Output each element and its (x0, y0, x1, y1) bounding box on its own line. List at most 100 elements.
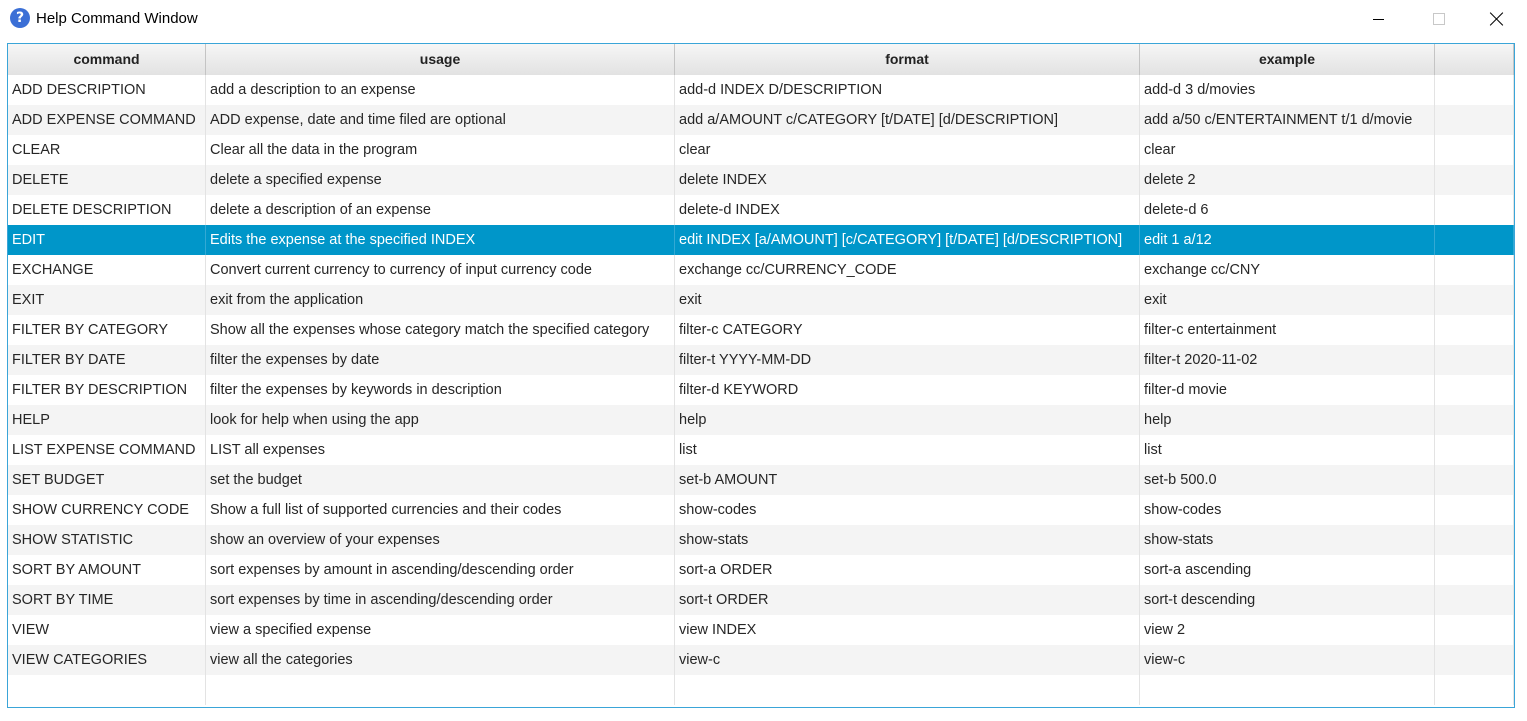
cell-example: show-codes (1140, 495, 1435, 525)
table-row[interactable]: EDIT Edits the expense at the specified I… (8, 225, 1514, 255)
empty-cell (675, 675, 1140, 705)
cell-usage: Convert current currency to currency of … (206, 255, 675, 285)
cell-example: sort-t descending (1140, 585, 1435, 615)
cell-example: filter-t 2020-11-02 (1140, 345, 1435, 375)
table-row[interactable]: FILTER BY CATEGORY Show all the expenses … (8, 315, 1514, 345)
help-table[interactable]: command usage format example ADD DESCRIP… (7, 43, 1515, 708)
cell-filler (1435, 375, 1514, 405)
cell-format: filter-c CATEGORY (675, 315, 1140, 345)
cell-command: EXIT (8, 285, 206, 315)
cell-usage: add a description to an expense (206, 75, 675, 105)
minimize-button[interactable] (1348, 0, 1408, 38)
cell-format: view-c (675, 645, 1140, 675)
cell-format: clear (675, 135, 1140, 165)
cell-command: DELETE DESCRIPTION (8, 195, 206, 225)
cell-format: filter-t YYYY-MM-DD (675, 345, 1140, 375)
cell-command: LIST EXPENSE COMMAND (8, 435, 206, 465)
column-header-example[interactable]: example (1140, 44, 1435, 75)
cell-usage: Clear all the data in the program (206, 135, 675, 165)
cell-command: FILTER BY CATEGORY (8, 315, 206, 345)
cell-example: help (1140, 405, 1435, 435)
cell-example: filter-c entertainment (1140, 315, 1435, 345)
table-row[interactable]: EXIT exit from the application exit exit (8, 285, 1514, 315)
cell-filler (1435, 255, 1514, 285)
cell-filler (1435, 495, 1514, 525)
cell-format: view INDEX (675, 615, 1140, 645)
cell-usage: view a specified expense (206, 615, 675, 645)
table-row[interactable]: ADD EXPENSE COMMAND ADD expense, date and… (8, 105, 1514, 135)
cell-command: SHOW STATISTIC (8, 525, 206, 555)
cell-command: SORT BY AMOUNT (8, 555, 206, 585)
cell-filler (1435, 645, 1514, 675)
cell-filler (1435, 135, 1514, 165)
table-row[interactable]: SHOW CURRENCY CODE Show a full list of su… (8, 495, 1514, 525)
maximize-button[interactable] (1408, 0, 1468, 38)
table-row[interactable]: LIST EXPENSE COMMAND LIST all expenses lis… (8, 435, 1514, 465)
table-row[interactable]: SET BUDGET set the budget set-b AMOUNT set-… (8, 465, 1514, 495)
empty-row (8, 675, 1514, 705)
cell-usage: view all the categories (206, 645, 675, 675)
cell-format: edit INDEX [a/AMOUNT] [c/CATEGORY] [t/DA… (675, 225, 1140, 255)
cell-command: FILTER BY DESCRIPTION (8, 375, 206, 405)
cell-example: edit 1 a/12 (1140, 225, 1435, 255)
table-row[interactable]: SORT BY TIME sort expenses by time in asc… (8, 585, 1514, 615)
table-row[interactable]: ADD DESCRIPTION add a description to an e… (8, 75, 1514, 105)
cell-filler (1435, 465, 1514, 495)
cell-format: delete-d INDEX (675, 195, 1140, 225)
cell-command: ADD EXPENSE COMMAND (8, 105, 206, 135)
empty-cell (206, 675, 675, 705)
cell-filler (1435, 435, 1514, 465)
cell-format: filter-d KEYWORD (675, 375, 1140, 405)
cell-format: sort-a ORDER (675, 555, 1140, 585)
cell-command: ADD DESCRIPTION (8, 75, 206, 105)
cell-usage: Edits the expense at the specified INDEX (206, 225, 675, 255)
cell-example: exit (1140, 285, 1435, 315)
column-header-command[interactable]: command (8, 44, 206, 75)
cell-example: add a/50 c/ENTERTAINMENT t/1 d/movie (1140, 105, 1435, 135)
table-row[interactable]: FILTER BY DATE filter the expenses by dat… (8, 345, 1514, 375)
cell-format: help (675, 405, 1140, 435)
cell-usage: Show a full list of supported currencies… (206, 495, 675, 525)
cell-filler (1435, 165, 1514, 195)
cell-command: VIEW CATEGORIES (8, 645, 206, 675)
cell-example: filter-d movie (1140, 375, 1435, 405)
column-header-format[interactable]: format (675, 44, 1140, 75)
table-row[interactable]: HELP look for help when using the app help… (8, 405, 1514, 435)
cell-usage: delete a specified expense (206, 165, 675, 195)
cell-usage: show an overview of your expenses (206, 525, 675, 555)
cell-example: clear (1140, 135, 1435, 165)
cell-usage: Show all the expenses whose category mat… (206, 315, 675, 345)
table-row[interactable]: VIEW view a specified expense view INDEX vi… (8, 615, 1514, 645)
cell-command: HELP (8, 405, 206, 435)
cell-format: exchange cc/CURRENCY_CODE (675, 255, 1140, 285)
close-button[interactable] (1467, 0, 1527, 38)
cell-command: FILTER BY DATE (8, 345, 206, 375)
table-header: command usage format example (8, 44, 1514, 76)
table-row[interactable]: SORT BY AMOUNT sort expenses by amount in… (8, 555, 1514, 585)
cell-command: SET BUDGET (8, 465, 206, 495)
cell-filler (1435, 525, 1514, 555)
table-row[interactable]: DELETE delete a specified expense delete I… (8, 165, 1514, 195)
title-bar[interactable]: ? Help Command Window (0, 0, 1527, 38)
cell-usage: exit from the application (206, 285, 675, 315)
table-row[interactable]: SHOW STATISTIC show an overview of your e… (8, 525, 1514, 555)
table-row[interactable]: EXCHANGE Convert current currency to curr… (8, 255, 1514, 285)
cell-filler (1435, 105, 1514, 135)
cell-example: show-stats (1140, 525, 1435, 555)
cell-filler (1435, 615, 1514, 645)
table-row[interactable]: CLEAR Clear all the data in the program cl… (8, 135, 1514, 165)
close-icon (1490, 12, 1504, 26)
cell-format: show-stats (675, 525, 1140, 555)
table-row[interactable]: FILTER BY DESCRIPTION filter the expenses… (8, 375, 1514, 405)
cell-command: DELETE (8, 165, 206, 195)
table-row[interactable]: VIEW CATEGORIES view all the categories vi… (8, 645, 1514, 675)
cell-usage: sort expenses by time in ascending/desce… (206, 585, 675, 615)
empty-cell (1435, 675, 1514, 705)
empty-cell (8, 675, 206, 705)
cell-command: VIEW (8, 615, 206, 645)
table-row[interactable]: DELETE DESCRIPTION delete a description o… (8, 195, 1514, 225)
cell-command: EDIT (8, 225, 206, 255)
cell-example: delete-d 6 (1140, 195, 1435, 225)
table-body: ADD DESCRIPTION add a description to an e… (8, 75, 1514, 707)
column-header-usage[interactable]: usage (206, 44, 675, 75)
